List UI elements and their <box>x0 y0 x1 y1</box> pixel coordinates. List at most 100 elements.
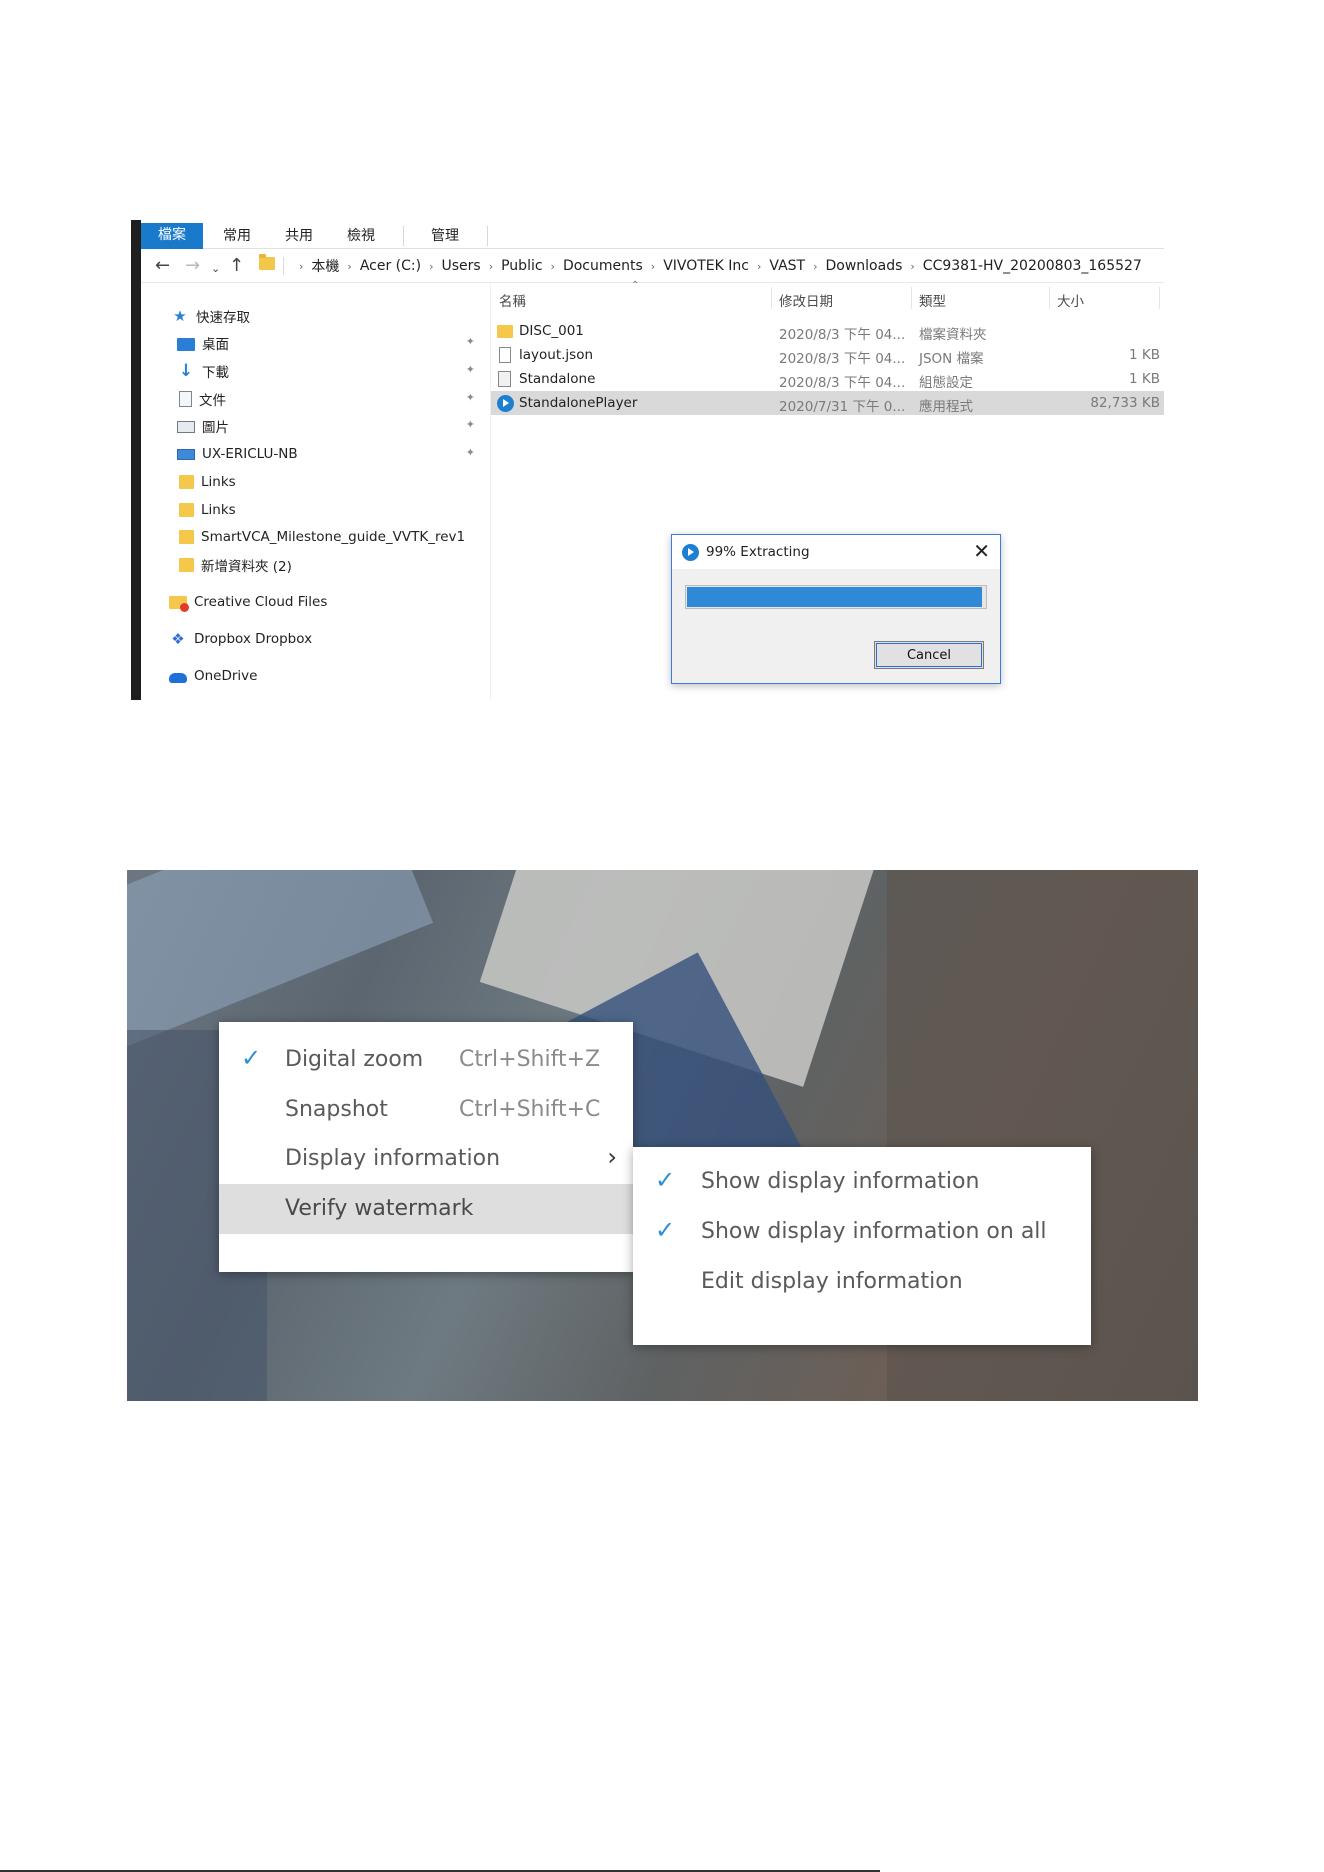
column-size[interactable]: 大小 <box>1057 290 1084 310</box>
up-arrow-icon[interactable]: ↑ <box>229 255 244 277</box>
file-row[interactable]: Standalone 2020/8/3 下午 04... 組態設定 1 KB <box>491 367 1164 391</box>
nav-item-label: 圖片 <box>202 420 229 436</box>
nav-item-computer[interactable]: UX-ERICLU-NB ✦ <box>177 443 481 465</box>
file-name: Standalone <box>519 371 596 387</box>
chevron-right-icon: › <box>429 259 434 273</box>
menu-item-digital-zoom[interactable]: ✓ Digital zoom Ctrl+Shift+Z <box>219 1035 633 1085</box>
menu-item-shortcut: Ctrl+Shift+Z <box>459 1047 601 1072</box>
ribbon-divider <box>487 226 488 246</box>
menu-item-display-information[interactable]: Display information › <box>219 1134 633 1184</box>
nav-item-desktop[interactable]: 桌面 ✦ <box>177 332 481 354</box>
check-icon: ✓ <box>241 1044 262 1072</box>
breadcrumb-item[interactable]: Documents <box>563 258 643 274</box>
chevron-right-icon: › <box>550 259 555 273</box>
nav-item-label: 快速存取 <box>196 310 250 326</box>
breadcrumb-item[interactable]: CC9381-HV_20200803_165527 <box>923 258 1142 274</box>
folder-icon <box>179 558 194 572</box>
file-date: 2020/8/3 下午 04... <box>779 351 906 367</box>
nav-item-quick-access[interactable]: ★ 快速存取 <box>171 305 511 327</box>
config-file-icon <box>498 371 511 387</box>
column-divider[interactable] <box>1159 287 1160 309</box>
cancel-button[interactable]: Cancel <box>874 641 984 669</box>
breadcrumb-item[interactable]: Acer (C:) <box>360 258 421 274</box>
breadcrumb-item[interactable]: 本機 <box>311 256 339 276</box>
folder-icon <box>179 503 194 517</box>
submenu-item-edit-display-information[interactable]: Edit display information <box>633 1257 1091 1307</box>
file-size: 1 KB <box>1129 371 1160 387</box>
nav-item-label: Links <box>201 502 236 518</box>
check-icon: ✓ <box>655 1216 676 1244</box>
context-menu: ✓ Digital zoom Ctrl+Shift+Z Snapshot Ctr… <box>219 1022 633 1272</box>
breadcrumb-item[interactable]: Users <box>441 258 480 274</box>
column-divider[interactable] <box>911 287 912 309</box>
column-divider[interactable] <box>1049 287 1050 309</box>
back-arrow-icon[interactable]: ← <box>155 255 170 277</box>
computer-icon <box>177 449 195 460</box>
tab-view[interactable]: 檢視 <box>341 224 381 249</box>
nav-item-label: UX-ERICLU-NB <box>202 446 298 462</box>
display-information-submenu: ✓ Show display information ✓ Show displa… <box>633 1147 1091 1345</box>
document-icon <box>179 391 192 407</box>
nav-item-label: 新增資料夾 (2) <box>201 559 292 575</box>
menu-item-snapshot[interactable]: Snapshot Ctrl+Shift+C <box>219 1085 633 1135</box>
file-row-selected[interactable]: StandalonePlayer 2020/7/31 下午 0... 應用程式 … <box>491 391 1164 415</box>
chevron-right-icon: › <box>347 259 352 273</box>
nav-item-folder[interactable]: SmartVCA_Milestone_guide_VVTK_rev1 <box>177 526 491 548</box>
column-divider[interactable] <box>771 287 772 309</box>
nav-item-label: Creative Cloud Files <box>194 594 328 610</box>
file-type: 應用程式 <box>919 399 973 415</box>
file-row[interactable]: DISC_001 2020/8/3 下午 04... 檔案資料夾 <box>491 319 1164 343</box>
breadcrumb-item[interactable]: VIVOTEK Inc <box>663 258 749 274</box>
nav-item-pictures[interactable]: 圖片 ✦ <box>177 415 481 437</box>
picture-icon <box>177 421 195 433</box>
tab-file[interactable]: 檔案 <box>141 223 203 249</box>
nav-item-downloads[interactable]: ↓ 下載 ✦ <box>177 360 481 382</box>
breadcrumb-item[interactable]: Downloads <box>826 258 903 274</box>
nav-item-creative-cloud[interactable]: Creative Cloud Files <box>169 591 509 613</box>
submenu-item-show-display-information[interactable]: ✓ Show display information <box>633 1157 1091 1207</box>
chevron-right-icon: › <box>910 259 915 273</box>
forward-arrow-icon[interactable]: → <box>185 255 200 277</box>
nav-item-documents[interactable]: 文件 ✦ <box>177 388 481 410</box>
nav-item-folder[interactable]: Links <box>177 471 481 493</box>
pin-icon: ✦ <box>465 335 475 348</box>
extracting-dialog: 99% Extracting ✕ Cancel <box>671 534 1001 684</box>
breadcrumb-item[interactable]: VAST <box>769 258 805 274</box>
close-icon[interactable]: ✕ <box>973 539 990 563</box>
desktop-icon <box>177 337 195 351</box>
nav-item-folder[interactable]: Links <box>177 499 481 521</box>
app-icon <box>497 395 514 412</box>
column-type[interactable]: 類型 <box>919 290 946 310</box>
folder-icon <box>259 254 275 270</box>
tab-share[interactable]: 共用 <box>279 224 319 249</box>
pin-icon: ✦ <box>465 446 475 459</box>
file-date: 2020/8/3 下午 04... <box>779 375 906 391</box>
folder-icon <box>179 530 194 544</box>
file-row[interactable]: layout.json 2020/8/3 下午 04... JSON 檔案 1 … <box>491 343 1164 367</box>
menu-item-verify-watermark[interactable]: Verify watermark <box>219 1184 633 1234</box>
address-divider <box>283 257 284 275</box>
menu-item-label: Display information <box>285 1146 501 1171</box>
tab-home[interactable]: 常用 <box>217 224 257 249</box>
file-date: 2020/7/31 下午 0... <box>779 399 906 415</box>
nav-item-onedrive[interactable]: OneDrive <box>169 665 509 687</box>
nav-item-folder[interactable]: 新增資料夾 (2) <box>177 554 481 576</box>
breadcrumb[interactable]: › 本機 › Acer (C:) › Users › Public › Documents… <box>291 249 1142 283</box>
dialog-title: 99% Extracting <box>706 544 810 560</box>
column-name[interactable]: 名稱 <box>499 290 526 310</box>
tab-manage[interactable]: 管理 <box>425 224 465 249</box>
chevron-right-icon: › <box>299 259 304 273</box>
menu-item-shortcut: Ctrl+Shift+C <box>459 1097 601 1122</box>
column-header: ⌃ 名稱 修改日期 類型 大小 <box>491 280 1164 311</box>
column-date[interactable]: 修改日期 <box>779 290 833 310</box>
breadcrumb-item[interactable]: Public <box>501 258 542 274</box>
submenu-item-show-display-information-on-all[interactable]: ✓ Show display information on all <box>633 1207 1091 1257</box>
menu-item-label: Verify watermark <box>285 1196 474 1221</box>
sort-ascending-icon: ⌃ <box>631 280 640 291</box>
recent-locations-chevron-icon[interactable]: ⌄ <box>211 258 220 280</box>
nav-item-dropbox[interactable]: ❖ Dropbox Dropbox <box>169 628 509 650</box>
file-type: 組態設定 <box>919 375 973 391</box>
file-date: 2020/8/3 下午 04... <box>779 327 906 343</box>
nav-item-label: 下載 <box>202 365 229 381</box>
menu-item-label: Show display information on all <box>701 1219 1047 1244</box>
